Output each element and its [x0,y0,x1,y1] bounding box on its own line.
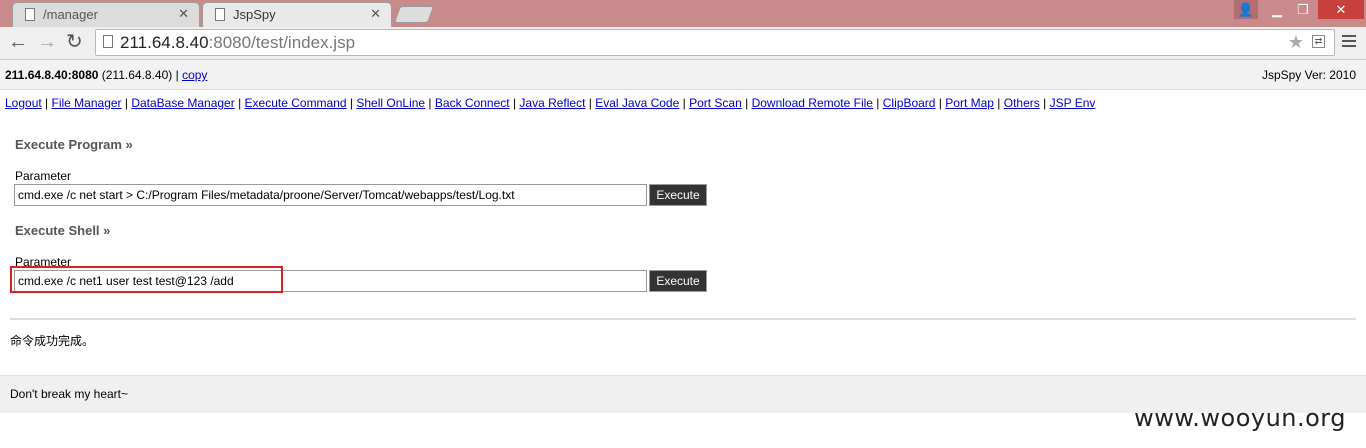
tab-title: /manager [43,7,98,22]
footer-text: Don't break my heart~ [10,387,129,401]
nav-link-file-manager[interactable]: File Manager [52,96,122,110]
nav-link-java-reflect[interactable]: Java Reflect [519,96,585,110]
browser-toolbar: ← → ↻ 211.64.8.40:8080/test/index.jsp ★ … [0,27,1366,60]
execute-program-button[interactable]: Execute [649,184,707,206]
nav-link-port-scan[interactable]: Port Scan [689,96,742,110]
nav-separator: | [234,96,245,110]
url-path: :8080/test/index.jsp [208,33,356,52]
nav-link-database-manager[interactable]: DataBase Manager [131,96,234,110]
tab-close-icon[interactable]: ✕ [178,6,189,22]
user-icon[interactable]: 👤 [1234,0,1258,19]
nav-separator: | [585,96,596,110]
nav-separator: | [425,96,435,110]
nav-separator: | [935,96,946,110]
version-label: JspSpy Ver: 2010 [1261,68,1356,82]
nav-separator: | [1039,96,1050,110]
nav-link-logout[interactable]: Logout [5,96,42,110]
forward-arrow-icon[interactable]: → [37,31,57,53]
tab-close-icon[interactable]: ✕ [370,6,381,22]
divider [10,318,1356,320]
execute-program-title: Execute Program » [15,137,133,152]
nav-menu: Logout | File Manager | DataBase Manager… [5,96,1095,110]
red-highlight-box [10,266,283,293]
nav-separator: | [679,96,690,110]
browser-tab-strip: /manager ✕ JspSpy ✕ 👤 ▁ ❐ ✕ [0,0,1366,27]
execute-shell-title: Execute Shell » [15,223,111,238]
page-icon [103,35,113,48]
maximize-button[interactable]: ❐ [1290,0,1316,19]
info-bar: 211.64.8.40:8080 (211.64.8.40) | copy Js… [0,60,1366,90]
extension-icon[interactable]: ⇄ [1312,35,1325,48]
tab-title: JspSpy [233,7,276,22]
nav-separator: | [993,96,1004,110]
nav-separator: | [121,96,132,110]
execute-shell-button[interactable]: Execute [649,270,707,292]
back-arrow-icon[interactable]: ← [8,31,28,53]
reload-icon[interactable]: ↻ [66,31,83,53]
page-icon [215,8,225,21]
program-parameter-label: Parameter [15,169,72,183]
nav-separator: | [346,96,357,110]
watermark: www.wooyun.org [1134,404,1346,432]
separator: | [175,68,179,82]
bookmark-star-icon[interactable]: ★ [1288,32,1304,53]
nav-link-download-remote-file[interactable]: Download Remote File [752,96,873,110]
nav-link-port-map[interactable]: Port Map [945,96,994,110]
nav-link-back-connect[interactable]: Back Connect [435,96,510,110]
tab-manager[interactable]: /manager ✕ [12,2,200,27]
nav-link-execute-command[interactable]: Execute Command [245,96,347,110]
copy-link[interactable]: copy [182,68,207,82]
tab-jspspy[interactable]: JspSpy ✕ [202,2,392,27]
nav-separator: | [741,96,752,110]
menu-icon[interactable] [1342,32,1356,50]
nav-separator: | [872,96,883,110]
minimize-button[interactable]: ▁ [1264,0,1290,19]
close-window-button[interactable]: ✕ [1318,0,1364,19]
nav-link-clipboard[interactable]: ClipBoard [883,96,936,110]
nav-link-eval-java-code[interactable]: Eval Java Code [595,96,679,110]
nav-link-jsp-env[interactable]: JSP Env [1050,96,1096,110]
url-host: 211.64.8.40 [120,33,209,52]
nav-separator: | [41,96,52,110]
program-parameter-input[interactable] [14,184,647,206]
host-ip: (211.64.8.40) [101,68,173,82]
nav-separator: | [509,96,520,110]
page-icon [25,8,35,21]
nav-link-shell-online[interactable]: Shell OnLine [356,96,425,110]
new-tab-button[interactable] [393,6,435,23]
address-bar[interactable]: 211.64.8.40:8080/test/index.jsp ★ ⇄ [95,29,1335,56]
nav-link-others[interactable]: Others [1004,96,1040,110]
command-result: 命令成功完成。 [10,334,95,348]
host-address: 211.64.8.40:8080 [5,68,99,82]
url-text[interactable]: 211.64.8.40:8080/test/index.jsp [120,33,355,53]
host-info: 211.64.8.40:8080 (211.64.8.40) | copy [5,68,207,82]
